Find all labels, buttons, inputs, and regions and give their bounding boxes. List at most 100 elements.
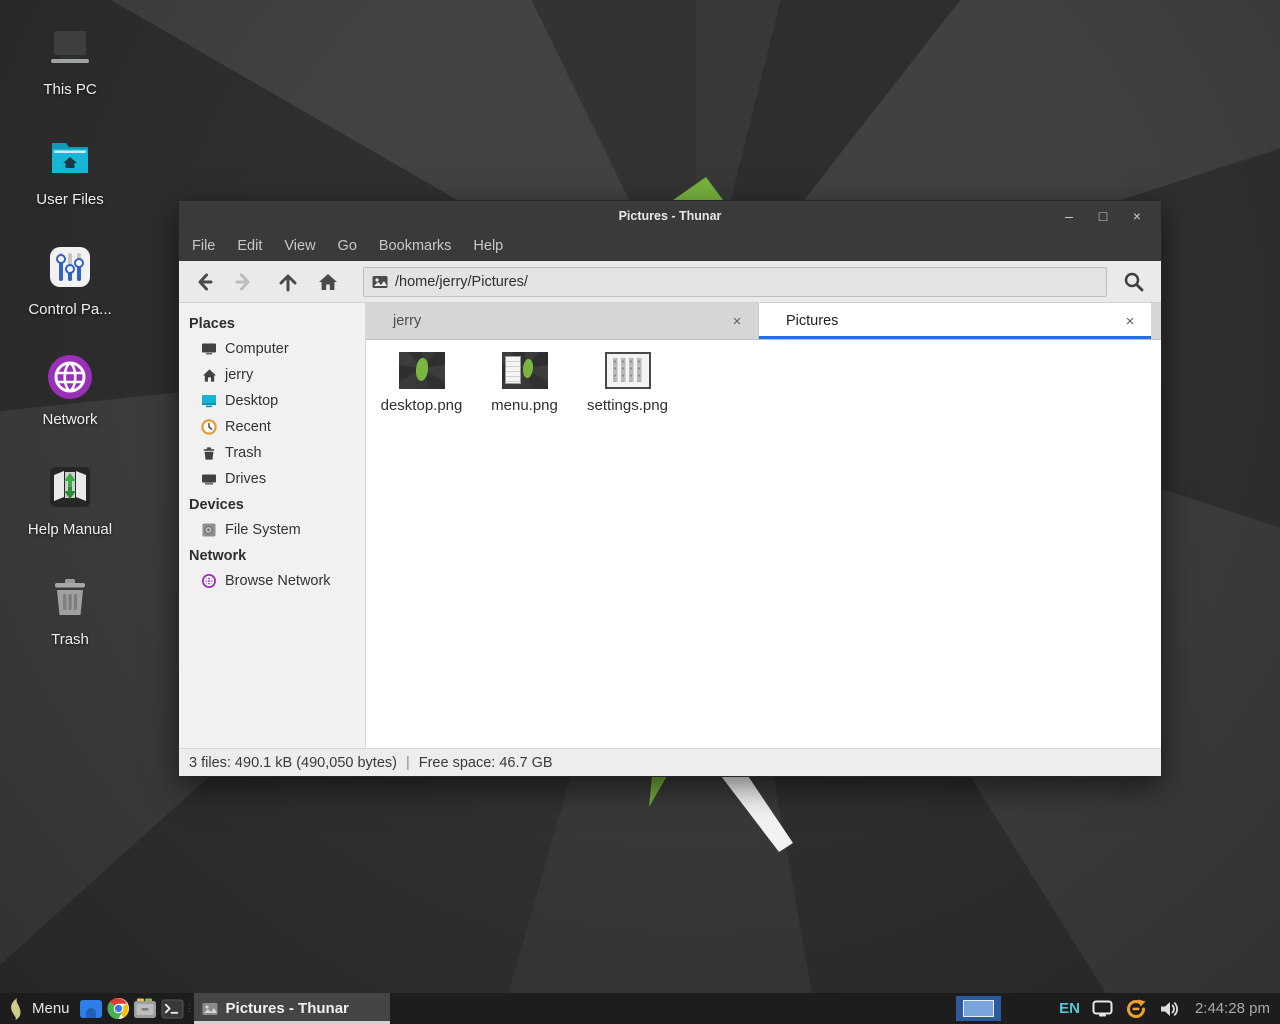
filesystem-drive-icon: [201, 522, 217, 538]
file-settings-png[interactable]: settings.png: [576, 350, 679, 414]
menu-png-thumbnail: [502, 352, 548, 389]
sidebar-item-trash[interactable]: Trash: [179, 440, 365, 466]
close-button[interactable]: ×: [1125, 204, 1149, 228]
distro-menu-icon: [8, 997, 24, 1021]
tab-bar: jerry × Pictures ×: [366, 303, 1161, 340]
sidebar-item-file-system[interactable]: File System: [179, 517, 365, 543]
file-desktop-png[interactable]: desktop.png: [370, 350, 473, 414]
home-button[interactable]: [309, 265, 347, 299]
back-icon: [193, 271, 215, 293]
toolbar: /home/jerry/Pictures/: [179, 261, 1161, 303]
active-workspace[interactable]: [963, 1000, 994, 1017]
menubar: File Edit View Go Bookmarks Help: [179, 231, 1161, 261]
maximize-button[interactable]: □: [1091, 204, 1115, 228]
launcher-files-blue[interactable]: [78, 993, 105, 1024]
sidebar-item-browse-network[interactable]: Browse Network: [179, 568, 365, 594]
menu-help[interactable]: Help: [462, 231, 514, 261]
task-window-icon: [202, 1002, 218, 1016]
control-panel-icon: [18, 242, 122, 292]
trash-icon: [18, 572, 122, 622]
launcher-file-manager[interactable]: [132, 993, 159, 1024]
path-text: /home/jerry/Pictures/: [395, 274, 528, 290]
minimize-button[interactable]: –: [1057, 204, 1081, 228]
menu-view[interactable]: View: [273, 231, 326, 261]
desktop-icon-this-pc[interactable]: This PC: [18, 22, 122, 98]
applications-menu-button[interactable]: Menu: [6, 993, 78, 1024]
file-view[interactable]: desktop.png menu.png settings.png: [366, 340, 1161, 748]
sidebar-header-places: Places: [179, 311, 365, 336]
network-globe-icon: [201, 573, 217, 589]
image-icon: [372, 275, 388, 289]
display-tray-icon[interactable]: [1092, 1000, 1113, 1017]
path-bar[interactable]: /home/jerry/Pictures/: [363, 267, 1107, 297]
update-notifier-icon[interactable]: [1125, 998, 1147, 1020]
desktop-icon-label: Trash: [18, 631, 122, 648]
menu-edit[interactable]: Edit: [226, 231, 273, 261]
task-label: Pictures - Thunar: [226, 1000, 349, 1017]
recent-clock-icon: [201, 419, 217, 435]
desktop-png-thumbnail: [399, 352, 445, 389]
desktop-icon-label: User Files: [18, 191, 122, 208]
titlebar[interactable]: Pictures - Thunar – □ ×: [179, 201, 1161, 231]
desktop-icon-help-manual[interactable]: Help Manual: [18, 462, 122, 538]
network-globe-icon: [18, 352, 122, 402]
computer-icon: [201, 341, 217, 357]
sidebar-item-computer[interactable]: Computer: [179, 336, 365, 362]
menu-go[interactable]: Go: [327, 231, 368, 261]
workspace-switcher[interactable]: [956, 996, 1001, 1021]
up-icon: [277, 271, 299, 293]
settings-png-thumbnail: [605, 352, 651, 389]
up-button[interactable]: [269, 265, 307, 299]
sidebar-item-drives[interactable]: Drives: [179, 466, 365, 492]
desktop-icon-label: Control Pa...: [18, 301, 122, 318]
system-tray: EN 2:44:28 pm: [956, 996, 1274, 1021]
search-button[interactable]: [1117, 265, 1151, 299]
volume-icon[interactable]: [1159, 1000, 1179, 1018]
desktop-icon-label: Network: [18, 411, 122, 428]
menu-bookmarks[interactable]: Bookmarks: [368, 231, 463, 261]
clock[interactable]: 2:44:28 pm: [1195, 1000, 1270, 1017]
close-icon[interactable]: ×: [1119, 310, 1141, 332]
help-manual-icon: [18, 462, 122, 512]
sidebar-item-jerry-home[interactable]: jerry: [179, 362, 365, 388]
sidebar-item-recent[interactable]: Recent: [179, 414, 365, 440]
menu-label: Menu: [32, 1000, 70, 1017]
taskbar-window-button[interactable]: Pictures - Thunar: [194, 993, 390, 1024]
forward-button[interactable]: [225, 265, 263, 299]
desktop-icon-label: Help Manual: [18, 521, 122, 538]
window-title: Pictures - Thunar: [179, 209, 1161, 223]
search-icon: [1122, 270, 1146, 294]
sidebar: Places Computer jerry Desktop: [179, 303, 366, 748]
desktop-icon-trash[interactable]: Trash: [18, 572, 122, 648]
sidebar-item-desktop[interactable]: Desktop: [179, 388, 365, 414]
file-menu-png[interactable]: menu.png: [473, 350, 576, 414]
home-icon: [201, 367, 217, 383]
launcher-chrome[interactable]: [105, 993, 132, 1024]
sidebar-header-devices: Devices: [179, 492, 365, 517]
taskbar: Menu ⋮: [0, 993, 1280, 1024]
close-icon[interactable]: ×: [726, 310, 748, 332]
trash-icon: [201, 445, 217, 461]
keyboard-layout-indicator[interactable]: EN: [1059, 1000, 1080, 1017]
terminal-icon: [161, 999, 184, 1019]
status-separator: |: [406, 755, 410, 771]
drives-icon: [201, 471, 217, 487]
home-icon: [317, 271, 339, 293]
desktop-icon-network[interactable]: Network: [18, 352, 122, 428]
back-button[interactable]: [185, 265, 223, 299]
free-space: Free space: 46.7 GB: [419, 755, 553, 771]
desktop-icon-label: This PC: [18, 81, 122, 98]
desktop-icon-control-panel[interactable]: Control Pa...: [18, 242, 122, 318]
sidebar-header-network: Network: [179, 543, 365, 568]
file-cabinet-icon: [133, 998, 157, 1019]
chrome-icon: [107, 997, 130, 1020]
desktop-icon-user-files[interactable]: User Files: [18, 132, 122, 208]
thunar-window: Pictures - Thunar – □ × File Edit View G…: [178, 200, 1162, 777]
tab-jerry[interactable]: jerry ×: [366, 303, 759, 339]
launcher-terminal[interactable]: [159, 993, 186, 1024]
status-bar: 3 files: 490.1 kB (490,050 bytes) | Free…: [179, 748, 1161, 776]
menu-file[interactable]: File: [181, 231, 226, 261]
tab-pictures[interactable]: Pictures ×: [759, 303, 1151, 339]
forward-icon: [233, 271, 255, 293]
panel-handle: ⋮: [186, 993, 194, 1024]
